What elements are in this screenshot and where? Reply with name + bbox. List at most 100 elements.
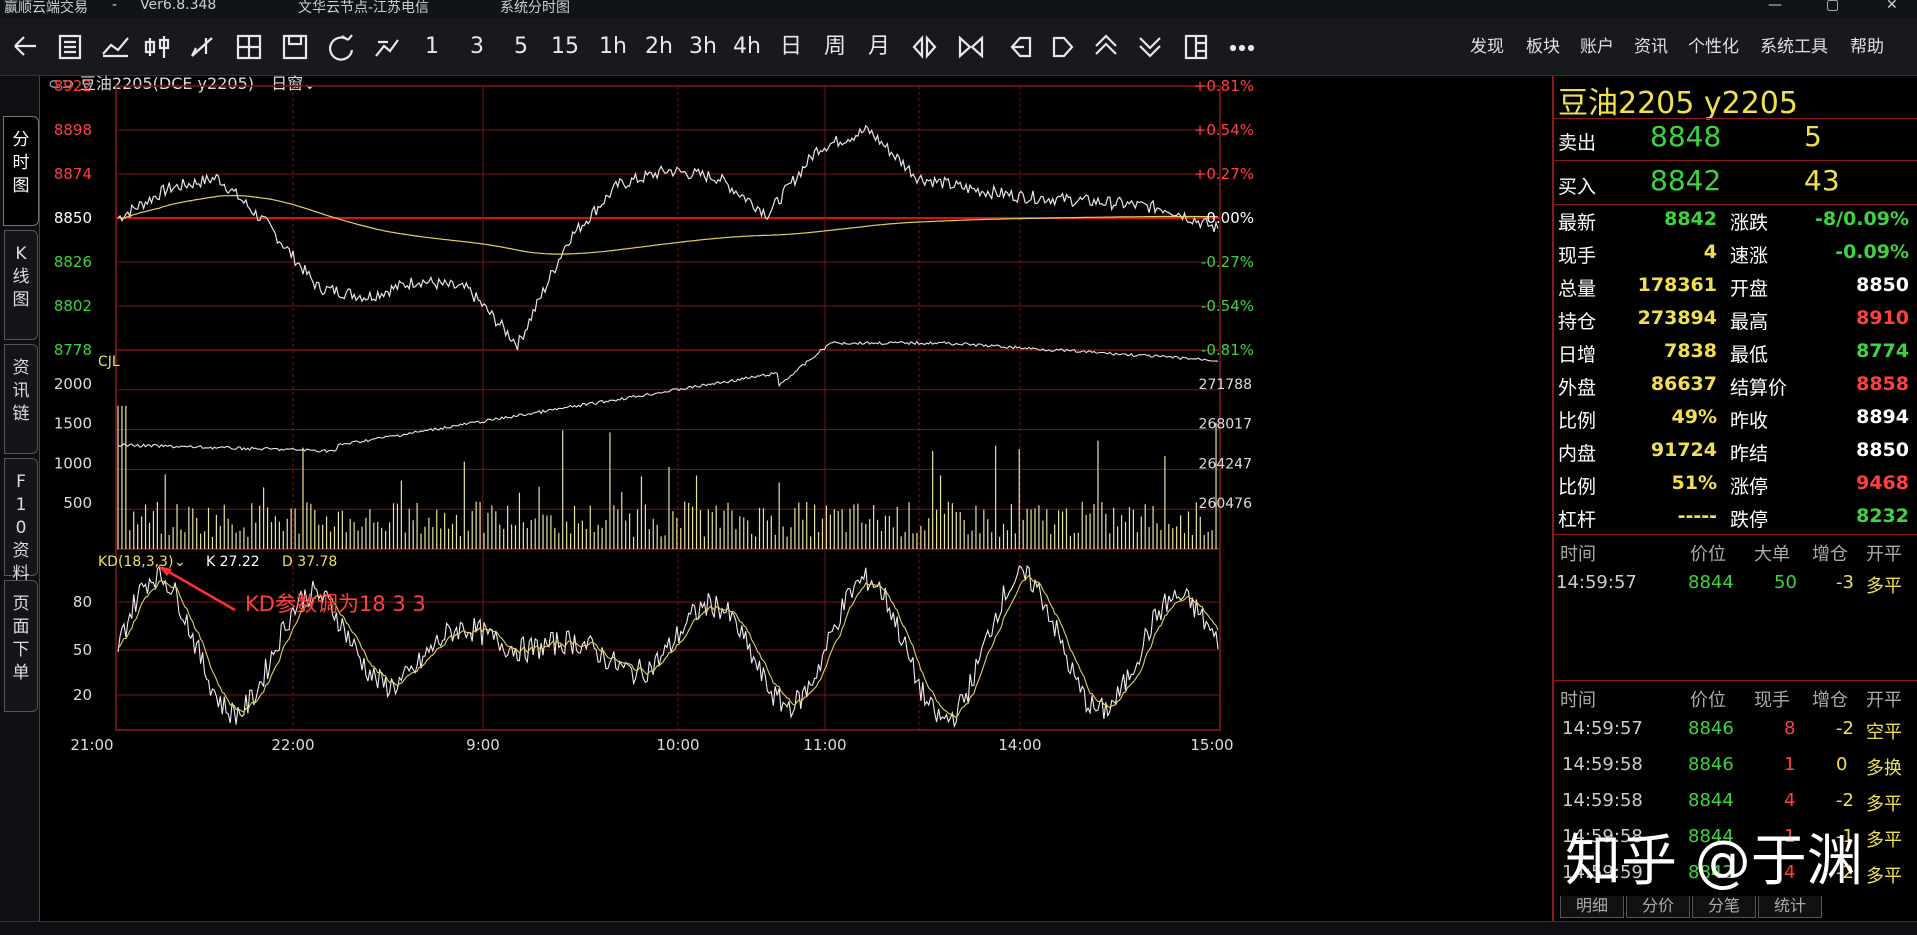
stat-value: -0.09% (1835, 241, 1909, 263)
kd-k-value: K 27.22 (206, 554, 260, 570)
kd-k-line (117, 564, 1219, 729)
big-type: 多平 (1866, 576, 1902, 597)
volume-label: CJL (98, 354, 120, 370)
period-3h[interactable]: 3h (686, 30, 720, 64)
menu-discover[interactable]: 发现 (1470, 30, 1504, 64)
tick-time: 14:59:58 (1562, 754, 1643, 775)
period-1[interactable]: 1 (422, 30, 442, 64)
big-order-row[interactable]: 14:59:57 8844 50 -3 多平 (1554, 572, 1917, 605)
tick-row[interactable]: 14:59:57 8846 8 -2 空平 (1554, 718, 1917, 751)
tick-qty: 1 (1784, 754, 1796, 775)
tab-ticks[interactable]: 分笔 (1692, 896, 1756, 918)
col-time: 时间 (1560, 690, 1596, 711)
stat-label: 比例 (1558, 476, 1597, 498)
sidebar-tab-kline[interactable]: K线图 (4, 230, 38, 340)
stat-label: 最低 (1730, 344, 1769, 366)
sidebar-tab-f10[interactable]: F10资料 (4, 458, 38, 584)
menu-account[interactable]: 账户 (1580, 30, 1614, 64)
ask-row[interactable]: 卖出 8848 5 (1554, 118, 1917, 160)
big-price: 8844 (1688, 572, 1734, 593)
arrow-up-icon[interactable] (1095, 34, 1117, 55)
pct-tick: +0.27% (1194, 165, 1254, 183)
save-icon[interactable] (282, 34, 308, 60)
sidebar-tab-order[interactable]: 页面下单 (4, 580, 38, 712)
menu-sectors[interactable]: 板块 (1526, 30, 1560, 64)
menu-personalize[interactable]: 个性化 (1688, 30, 1739, 64)
analysis-icon[interactable] (375, 39, 399, 57)
stat-label: 内盘 (1558, 443, 1597, 465)
grid-icon[interactable] (236, 34, 262, 60)
stat-label: 速涨 (1730, 245, 1769, 267)
stat-label: 总量 (1558, 278, 1597, 300)
candlestick-icon[interactable] (144, 36, 170, 58)
stat-row: 比例 49% 昨收 8894 (1554, 406, 1917, 439)
arrow-right-icon[interactable] (1052, 36, 1074, 58)
stat-label: 昨结 (1730, 443, 1769, 465)
bid-row[interactable]: 买入 8842 43 (1554, 162, 1917, 204)
shrink-icon[interactable] (958, 35, 984, 59)
arrow-down-icon[interactable] (1139, 37, 1161, 58)
list-icon[interactable] (58, 34, 82, 60)
period-day[interactable]: 日 (778, 30, 804, 64)
volume-tick: 1000 (54, 454, 92, 472)
kd-tick: 50 (73, 641, 92, 659)
stat-label: 比例 (1558, 410, 1597, 432)
menu-news[interactable]: 资讯 (1634, 30, 1668, 64)
tick-chg: -2 (1836, 718, 1854, 739)
stat-label: 杠杆 (1558, 509, 1597, 531)
stat-value: 8850 (1856, 439, 1909, 461)
period-1h[interactable]: 1h (598, 30, 628, 64)
stat-label: 涨停 (1730, 476, 1769, 498)
line-chart-icon[interactable] (102, 37, 129, 58)
avg-price-line (117, 194, 1218, 255)
period-month[interactable]: 月 (866, 30, 892, 64)
period-15[interactable]: 15 (550, 30, 580, 64)
period-3[interactable]: 3 (466, 30, 488, 64)
tick-price: 8846 (1688, 754, 1734, 775)
period-2h[interactable]: 2h (642, 30, 676, 64)
tab-price-dist[interactable]: 分价 (1626, 896, 1690, 918)
price-tick: 8826 (54, 253, 92, 271)
minimize-icon[interactable]: — (1768, 0, 1782, 13)
maximize-icon[interactable]: ▢ (1826, 0, 1839, 13)
period-week[interactable]: 周 (822, 30, 848, 64)
refresh-icon[interactable] (329, 34, 354, 61)
chevron-down-icon: ⌄ (174, 554, 186, 570)
period-4h[interactable]: 4h (730, 30, 764, 64)
more-icon[interactable] (1229, 44, 1255, 52)
stat-value: 8894 (1856, 406, 1909, 428)
arrow-left-icon[interactable] (1010, 36, 1032, 58)
oi-tick: 268017 (1199, 417, 1252, 433)
stat-label: 最高 (1730, 311, 1769, 333)
draw-icon[interactable] (191, 37, 213, 57)
tab-detail[interactable]: 明细 (1560, 896, 1624, 918)
volume-tick: 1500 (54, 415, 92, 433)
expand-icon[interactable] (912, 35, 937, 59)
timeshare-chart[interactable]: 8922 +0.81% 8898 +0.54% 8874 +0.27% 8850 0.00% 8… (40, 76, 1552, 921)
tick-row[interactable]: 14:59:58 8846 1 0 多换 (1554, 754, 1917, 787)
price-tick: 8850 (54, 209, 92, 227)
oi-tick: 264247 (1199, 456, 1252, 472)
price-tick: 8922 (54, 77, 92, 95)
time-tick: 21:00 (70, 736, 113, 754)
menu-system-tools[interactable]: 系统工具 (1760, 30, 1828, 64)
sidebar-tab-newslink[interactable]: 资讯链 (4, 344, 38, 454)
stat-label: 现手 (1558, 245, 1597, 267)
col-type: 开平 (1866, 544, 1902, 565)
col-type: 开平 (1866, 690, 1902, 711)
pct-tick: -0.27% (1201, 253, 1254, 271)
close-icon[interactable]: ✕ (1886, 0, 1898, 13)
layout-icon[interactable] (1184, 34, 1208, 60)
stat-label: 昨收 (1730, 410, 1769, 432)
tick-price: 8844 (1688, 790, 1734, 811)
menu-help[interactable]: 帮助 (1850, 30, 1884, 64)
tab-stats[interactable]: 统计 (1758, 896, 1822, 918)
pct-tick: -0.81% (1201, 341, 1254, 359)
back-icon[interactable] (14, 36, 36, 56)
period-5[interactable]: 5 (510, 30, 532, 64)
stat-value: 8910 (1856, 307, 1909, 329)
sidebar-tab-timeshare[interactable]: 分时图 (3, 116, 39, 226)
volume-tick: 2000 (54, 375, 92, 393)
kd-tick: 80 (73, 593, 92, 611)
big-qty: 50 (1774, 572, 1797, 593)
